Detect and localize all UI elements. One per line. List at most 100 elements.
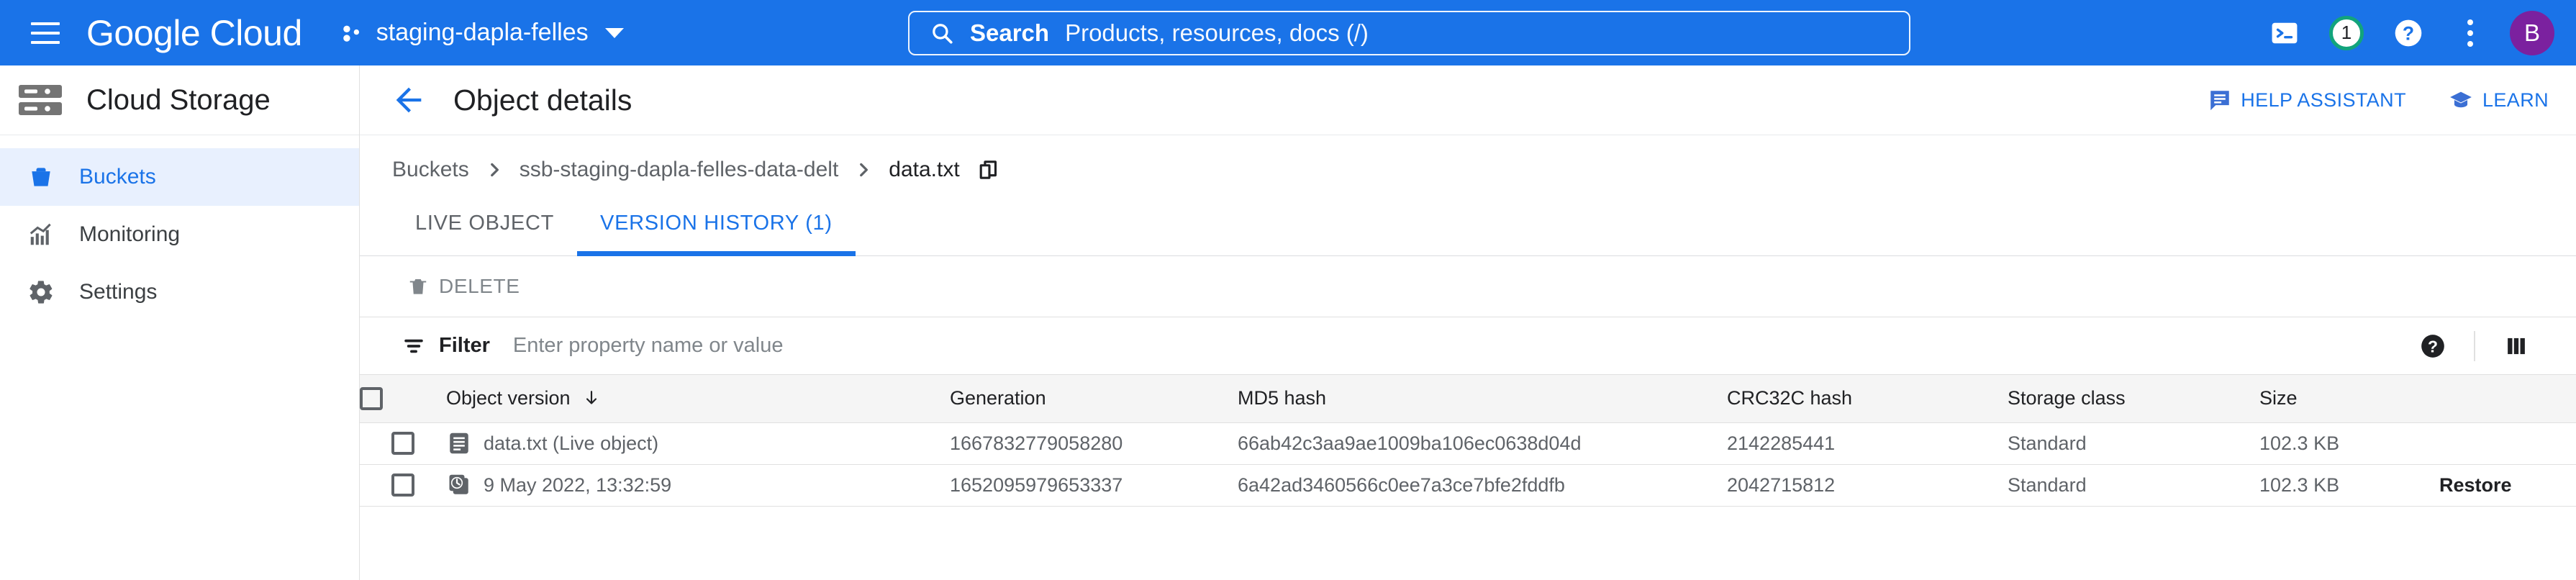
more-vert-icon xyxy=(2467,19,2473,47)
filter-label: Filter xyxy=(439,334,490,357)
more-options-button[interactable] xyxy=(2439,2,2501,64)
restore-button[interactable]: Restore xyxy=(2439,474,2512,496)
search-container: Search Products, resources, docs (/) xyxy=(908,10,1910,55)
search-label: Search xyxy=(970,19,1050,46)
help-filled-icon: ? xyxy=(2421,334,2444,358)
cell-object-version: data.txt (Live object) xyxy=(446,422,950,465)
breadcrumb-item-buckets[interactable]: Buckets xyxy=(392,158,469,182)
trash-icon xyxy=(409,279,427,294)
filter-input[interactable] xyxy=(512,334,2402,358)
filter-bar-actions: ? xyxy=(2402,325,2547,368)
filter-help-button[interactable]: ? xyxy=(2402,325,2464,368)
toolbar-divider xyxy=(2474,330,2475,361)
object-version-name: 9 May 2022, 13:32:59 xyxy=(484,473,672,496)
main-content: Object details HELP ASSISTANT LEARN Buck… xyxy=(360,65,2576,580)
filter-bar: Filter ? xyxy=(360,317,2576,375)
cloud-shell-button[interactable] xyxy=(2254,2,2316,64)
arrow-downward-icon xyxy=(586,390,597,404)
search-placeholder: Products, resources, docs (/) xyxy=(1065,19,1369,46)
table-toolbar: DELETE xyxy=(360,256,2576,317)
column-header-object-version[interactable]: Object version xyxy=(446,375,950,423)
notification-count-badge: 1 xyxy=(2329,15,2364,50)
cell-storage-class: Standard xyxy=(2008,422,2259,465)
cloud-storage-icon xyxy=(19,85,62,115)
hamburger-menu-icon[interactable] xyxy=(26,14,65,53)
cell-generation: 1652095979653337 xyxy=(950,464,1238,507)
notifications-button[interactable]: 1 xyxy=(2316,2,2377,64)
search-input[interactable]: Search Products, resources, docs (/) xyxy=(908,10,1910,55)
sidebar-product-header: Cloud Storage xyxy=(0,65,359,135)
cell-generation: 1667832779058280 xyxy=(950,422,1238,465)
select-all-header xyxy=(360,375,446,423)
row-select-cell xyxy=(360,464,446,507)
chevron-right-icon xyxy=(485,160,504,179)
version-history-table: Object version Generation MD5 hash CRC32… xyxy=(360,375,2576,507)
column-header-md5-hash[interactable]: MD5 hash xyxy=(1238,375,1727,423)
cell-size: 102.3 KB xyxy=(2259,464,2439,507)
copy-icon[interactable] xyxy=(976,158,1000,182)
graduation-cap-icon xyxy=(2450,91,2472,108)
help-button[interactable]: ? xyxy=(2377,2,2439,64)
table-row[interactable]: data.txt (Live object) 1667832779058280 … xyxy=(360,422,2576,465)
filter-icon[interactable] xyxy=(402,334,426,358)
back-arrow-icon[interactable] xyxy=(390,81,427,119)
breadcrumb-item-bucket[interactable]: ssb-staging-dapla-felles-data-delt xyxy=(520,158,839,182)
cloud-shell-icon xyxy=(2272,22,2298,43)
project-scope-icon xyxy=(343,25,359,42)
history-restore-icon xyxy=(449,474,468,494)
help-icon: ? xyxy=(2395,19,2422,46)
sidebar-item-label: Settings xyxy=(79,280,158,304)
chevron-right-icon xyxy=(854,160,873,179)
google-cloud-logo[interactable]: Google Cloud xyxy=(86,12,302,54)
project-selector[interactable]: staging-dapla-felles xyxy=(335,10,628,56)
page-title: Object details xyxy=(453,83,632,117)
column-header-generation[interactable]: Generation xyxy=(950,375,1238,423)
page-header: Object details HELP ASSISTANT LEARN xyxy=(360,65,2576,135)
row-checkbox[interactable] xyxy=(391,432,414,456)
breadcrumb: Buckets ssb-staging-dapla-felles-data-de… xyxy=(0,135,2576,204)
sidebar-product-title: Cloud Storage xyxy=(86,83,271,116)
cell-object-version: 9 May 2022, 13:32:59 xyxy=(446,464,950,507)
cell-md5-hash: 66ab42c3aa9ae1009ba106ec0638d04d xyxy=(1238,422,1727,465)
chat-bubble-icon xyxy=(2210,91,2230,111)
row-checkbox[interactable] xyxy=(391,473,414,497)
learn-button[interactable]: LEARN xyxy=(2448,88,2549,112)
monitoring-chart-icon xyxy=(27,221,55,248)
row-select-cell xyxy=(360,422,446,465)
column-display-button[interactable] xyxy=(2485,325,2547,368)
column-header-actions xyxy=(2439,375,2576,423)
table-header-row: Object version Generation MD5 hash CRC32… xyxy=(360,375,2576,423)
tab-bar: LIVE OBJECT VERSION HISTORY (1) xyxy=(360,204,2576,256)
tab-version-history[interactable]: VERSION HISTORY (1) xyxy=(577,212,856,256)
column-header-storage-class[interactable]: Storage class xyxy=(2008,375,2259,423)
tab-live-object[interactable]: LIVE OBJECT xyxy=(392,212,577,256)
cell-size: 102.3 KB xyxy=(2259,422,2439,465)
help-assistant-label: HELP ASSISTANT xyxy=(2241,89,2406,111)
column-header-size[interactable]: Size xyxy=(2259,375,2439,423)
cell-actions xyxy=(2439,422,2576,465)
breadcrumb-item-object: data.txt xyxy=(889,158,960,181)
cell-crc32c-hash: 2142285441 xyxy=(1727,422,2008,465)
cell-actions: Restore xyxy=(2439,464,2576,507)
svg-text:?: ? xyxy=(2403,22,2414,44)
delete-button[interactable]: DELETE xyxy=(407,275,520,298)
help-assistant-button[interactable]: HELP ASSISTANT xyxy=(2208,88,2406,112)
column-display-icon xyxy=(2508,337,2525,354)
svg-text:?: ? xyxy=(2428,337,2438,355)
select-all-checkbox[interactable] xyxy=(360,387,383,411)
page-body: Cloud Storage Buckets Monitoring Setting… xyxy=(0,65,2576,580)
column-header-crc32c-hash[interactable]: CRC32C hash xyxy=(1727,375,2008,423)
project-name-label: staging-dapla-felles xyxy=(376,19,589,46)
object-version-name: data.txt (Live object) xyxy=(484,432,659,454)
sidebar-item-monitoring[interactable]: Monitoring xyxy=(0,206,359,263)
sidebar-item-settings[interactable]: Settings xyxy=(0,263,359,321)
page-header-actions: HELP ASSISTANT LEARN xyxy=(2208,88,2549,112)
avatar[interactable]: B xyxy=(2510,10,2554,55)
delete-label: DELETE xyxy=(439,275,520,297)
cell-storage-class: Standard xyxy=(2008,464,2259,507)
table-row[interactable]: 9 May 2022, 13:32:59 1652095979653337 6a… xyxy=(360,464,2576,507)
description-file-icon xyxy=(450,432,468,454)
top-app-bar: Google Cloud staging-dapla-felles Search… xyxy=(0,0,2576,65)
search-icon xyxy=(933,23,953,44)
sidebar-item-label: Monitoring xyxy=(79,222,181,246)
